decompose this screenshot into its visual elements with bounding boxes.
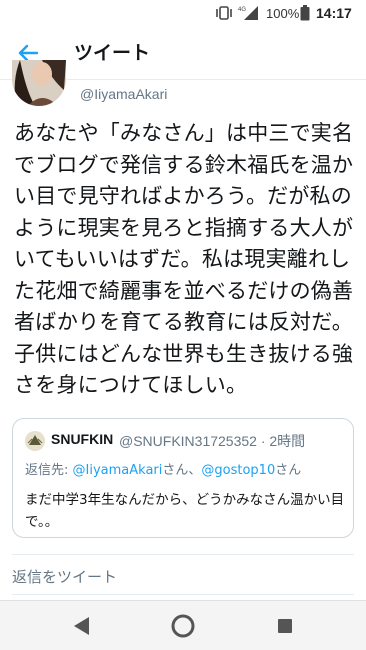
quoted-tweet-card[interactable]: SNUFKIN @SNUFKIN31725352 · 2時間 返信先: @Iiy… [12,418,354,538]
reply-prefix: 返信先: [25,463,73,478]
android-nav-bar [0,600,366,650]
divider [12,594,354,595]
circle-home-icon [171,614,195,638]
quote-reply-to: 返信先: @IiyamaAkariさん、@gostop10さん [25,459,301,478]
battery-percent: 100% [266,5,300,21]
reply-input[interactable]: 返信をツイート [12,566,117,587]
nav-recent-button[interactable] [272,613,298,639]
signal-icon: 4G [238,0,260,26]
reply-mid: さん、 [162,463,202,478]
quote-avatar [25,431,45,451]
reply-mention-link[interactable]: @IiyamaAkari [73,463,163,478]
square-recent-icon [278,619,292,633]
reply-mention-link[interactable]: @gostop10 [201,463,275,478]
quote-handle-time: @SNUFKIN31725352 · 2時間 [119,433,306,449]
vibrate-icon [215,0,233,26]
battery-icon [300,0,310,26]
page-title: ツイート [74,42,151,64]
author-handle[interactable]: @IiyamaAkari [80,86,167,102]
quote-author-name: SNUFKIN [51,431,114,447]
quote-text: まだ中学3年生なんだから、どうかみなさん温かい目で。。 [25,492,345,530]
divider [12,554,354,555]
avatar[interactable] [12,60,66,106]
status-bar: 4G 100% 14:17 [0,0,366,26]
reply-suffix: さん [275,463,302,478]
network-type-label: 4G [238,7,246,13]
nav-back-button[interactable] [68,613,94,639]
clock-time: 14:17 [316,5,352,21]
nav-home-button[interactable] [170,613,196,639]
triangle-back-icon [74,617,89,635]
tweet-text: あなたや「みなさん」は中三で実名でブログで発信する鈴木福氏を温かい目で見守ればよ… [14,121,354,397]
